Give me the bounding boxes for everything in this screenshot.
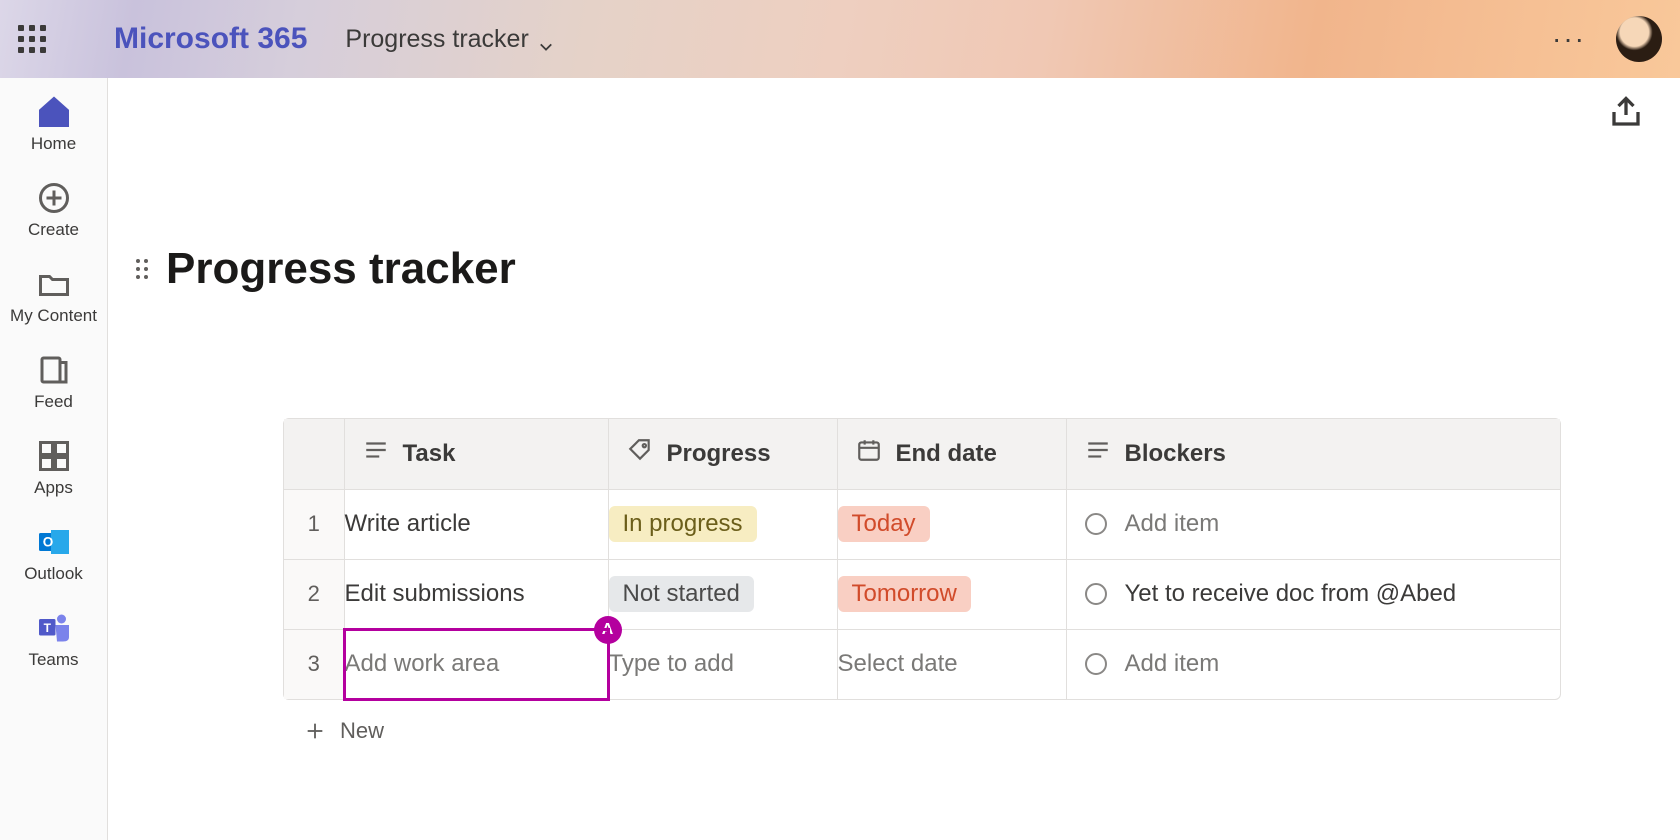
progress-cell[interactable]: Type to add [608,629,837,699]
sidebar-item-label: Create [28,220,79,240]
column-label: End date [896,440,997,468]
task-cell[interactable]: Write article [344,489,608,559]
sidebar-item-label: Teams [28,650,78,670]
row-number[interactable]: 3 [284,629,344,699]
column-label: Blockers [1125,440,1226,468]
outlook-icon: O [36,524,72,560]
row-number[interactable]: 1 [284,489,344,559]
chevron-down-icon [539,32,553,46]
blocker-text: Add item [1125,510,1220,538]
document-switcher[interactable]: Progress tracker [345,25,552,54]
progress-pill: Not started [609,576,754,612]
text-column-icon [1085,437,1111,470]
enddate-cell[interactable]: Today [837,489,1066,559]
user-avatar[interactable] [1616,16,1662,62]
blocker-text: Add item [1125,650,1220,678]
brand-label[interactable]: Microsoft 365 [114,22,307,56]
blocker-cell[interactable]: Add item [1066,489,1560,559]
enddate-placeholder: Select date [838,650,958,677]
column-header-task[interactable]: Task [344,419,608,489]
column-header-enddate[interactable]: End date [837,419,1066,489]
sidebar-item-label: Apps [34,478,73,498]
main-canvas: Progress tracker Task [108,78,1680,840]
text-column-icon [363,437,389,470]
plus-icon [304,720,326,742]
tag-column-icon [627,437,653,470]
header-right: ··· [1552,16,1662,62]
left-sidebar: Home Create My Content Feed Apps [0,78,108,840]
task-cell[interactable]: Add work area A [344,629,608,699]
page-title[interactable]: Progress tracker [166,244,516,294]
tracker-table: Task Progress End date [283,418,1561,700]
calendar-column-icon [856,437,882,470]
more-options-button[interactable]: ··· [1552,25,1586,53]
svg-text:T: T [43,621,51,635]
app-header: Microsoft 365 Progress tracker ··· [0,0,1680,78]
page-title-row: Progress tracker [136,244,516,294]
progress-cell[interactable]: Not started [608,559,837,629]
sidebar-item-label: My Content [10,306,97,326]
home-icon [36,94,72,130]
app-launcher-icon[interactable] [18,25,46,53]
sidebar-item-label: Feed [34,392,73,412]
column-label: Progress [667,440,771,468]
column-header-number[interactable] [284,419,344,489]
column-header-blockers[interactable]: Blockers [1066,419,1560,489]
progress-placeholder: Type to add [609,650,734,677]
new-row-label: New [340,718,384,744]
enddate-cell[interactable]: Select date [837,629,1066,699]
table-row: 2 Edit submissions Not started Tomorrow … [284,559,1560,629]
presence-badge: A [594,616,622,644]
task-cell[interactable]: Edit submissions [344,559,608,629]
sidebar-item-mycontent[interactable]: My Content [0,260,107,332]
svg-text:O: O [42,535,53,550]
new-row-button[interactable]: New [304,718,384,744]
sidebar-item-feed[interactable]: Feed [0,346,107,418]
circle-icon[interactable] [1085,513,1107,535]
feed-icon [36,352,72,388]
blocker-cell[interactable]: Yet to receive doc from @Abed [1066,559,1560,629]
sidebar-item-create[interactable]: Create [0,174,107,246]
blocker-cell[interactable]: Add item [1066,629,1560,699]
apps-icon [36,438,72,474]
table-row: 1 Write article In progress Today Add it… [284,489,1560,559]
blocker-text: Yet to receive doc from @Abed [1125,580,1457,608]
teams-icon: T [36,610,72,646]
progress-pill: In progress [609,506,757,542]
sidebar-item-apps[interactable]: Apps [0,432,107,504]
sidebar-item-outlook[interactable]: O Outlook [0,518,107,590]
column-header-progress[interactable]: Progress [608,419,837,489]
date-pill: Tomorrow [838,576,971,612]
folder-icon [36,266,72,302]
sidebar-item-label: Home [31,134,76,154]
plus-circle-icon [36,180,72,216]
enddate-cell[interactable]: Tomorrow [837,559,1066,629]
date-pill: Today [838,506,930,542]
drag-handle-icon[interactable] [136,259,148,279]
task-input[interactable]: Add work area [345,650,500,677]
circle-icon[interactable] [1085,653,1107,675]
circle-icon[interactable] [1085,583,1107,605]
row-number[interactable]: 2 [284,559,344,629]
sidebar-item-home[interactable]: Home [0,88,107,160]
sidebar-item-label: Outlook [24,564,83,584]
document-name: Progress tracker [345,25,528,54]
sidebar-item-teams[interactable]: T Teams [0,604,107,676]
share-button[interactable] [1608,94,1644,135]
table-row: 3 Add work area A Type to add Select dat… [284,629,1560,699]
progress-cell[interactable]: In progress [608,489,837,559]
column-label: Task [403,440,456,468]
